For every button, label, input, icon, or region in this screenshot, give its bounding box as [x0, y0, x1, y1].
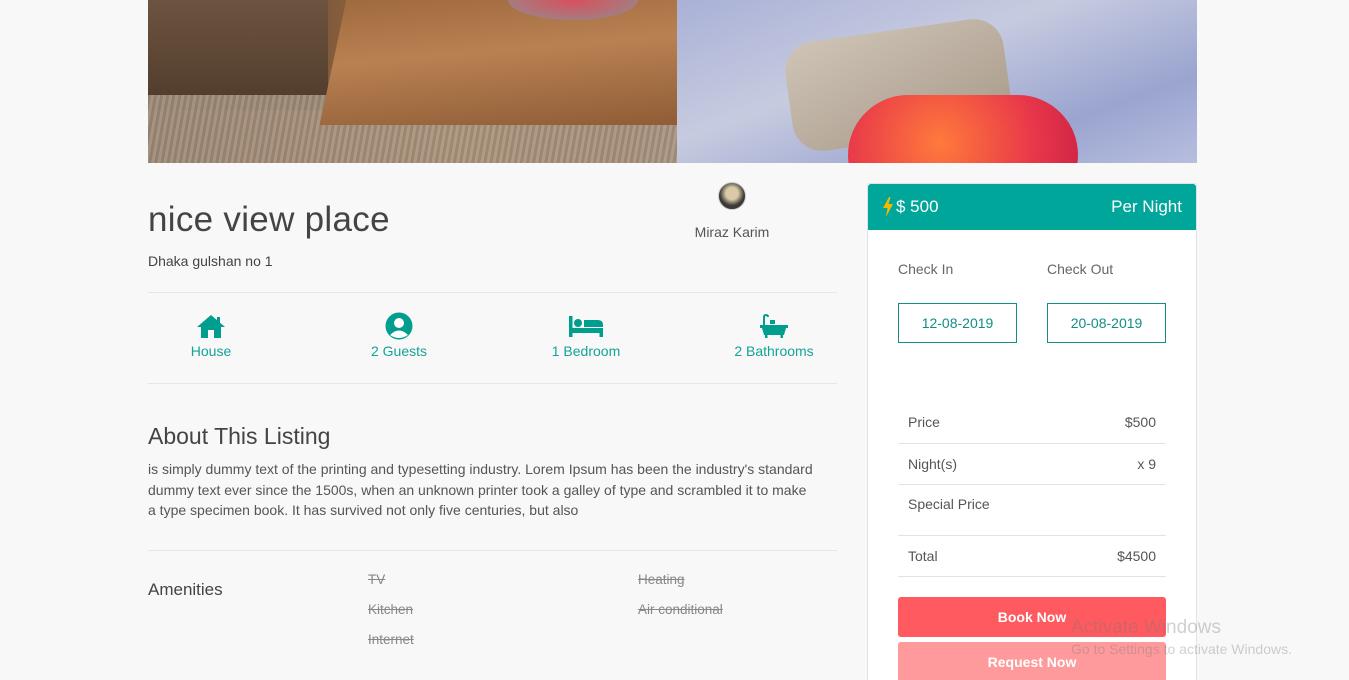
amenity-item: Kitchen — [368, 602, 414, 617]
feature-label: 2 Bathrooms — [734, 343, 814, 359]
booking-card-header: $ 500 Per Night — [868, 184, 1196, 230]
feature-list: House 2 Guests 1 Bedroom 2 Bathrooms — [148, 312, 837, 362]
listing-photo — [148, 0, 1197, 163]
home-icon — [197, 315, 225, 338]
booking-card: $ 500 Per Night Check In Check Out 12-08… — [867, 183, 1197, 680]
check-in-date-input[interactable]: 12-08-2019 — [898, 303, 1017, 343]
summary-row-nights: Night(s) x 9 — [898, 444, 1166, 485]
summary-row-special: Special Price — [898, 485, 1166, 536]
feature-label: House — [190, 343, 232, 359]
amenities-heading: Amenities — [148, 580, 223, 599]
feature-bathrooms: 2 Bathrooms — [704, 312, 844, 359]
amenity-item: Air conditional — [638, 602, 723, 617]
host-name: Miraz Karim — [694, 224, 770, 240]
divider — [148, 383, 837, 384]
summary-label: Total — [908, 548, 938, 564]
per-night-label: Per Night — [1111, 197, 1182, 216]
lightning-icon — [883, 197, 893, 217]
listing-title: nice view place — [148, 200, 390, 239]
feature-house: House — [141, 312, 281, 359]
summary-row-total: Total $4500 — [898, 536, 1166, 577]
divider — [148, 292, 837, 293]
summary-label: Night(s) — [908, 456, 958, 472]
avatar[interactable] — [718, 182, 746, 210]
bath-icon — [760, 314, 788, 338]
feature-label: 1 Bedroom — [551, 343, 621, 359]
price-value: $ 500 — [896, 197, 939, 216]
photo-pillow-red — [848, 95, 1078, 163]
price-summary: Price $500 Night(s) x 9 Special Price To… — [898, 401, 1166, 577]
check-in-label: Check In — [898, 261, 954, 277]
summary-row-price: Price $500 — [898, 401, 1166, 444]
check-out-date-input[interactable]: 20-08-2019 — [1047, 303, 1166, 343]
summary-value: x 9 — [1137, 456, 1156, 472]
check-out-label: Check Out — [1047, 261, 1114, 277]
amenity-item: Heating — [638, 572, 685, 587]
watermark-subtitle: Go to Settings to activate Windows. — [1071, 641, 1292, 657]
feature-bedroom: 1 Bedroom — [516, 312, 656, 359]
about-text: is simply dummy text of the printing and… — [148, 461, 813, 518]
feature-guests: 2 Guests — [329, 312, 469, 359]
activate-windows-watermark: Activate Windows Go to Settings to activ… — [1071, 617, 1292, 657]
summary-label: Special Price — [908, 496, 990, 512]
amenity-item: TV — [368, 572, 386, 587]
about-heading: About This Listing — [148, 423, 331, 449]
nightly-price: $ 500 — [882, 197, 939, 217]
amenity-item: Internet — [368, 632, 414, 647]
feature-label: 2 Guests — [370, 343, 428, 359]
bed-icon — [569, 316, 603, 337]
photo-cabinet — [148, 0, 328, 110]
summary-label: Price — [908, 414, 940, 430]
summary-value: $500 — [1124, 414, 1156, 430]
divider — [148, 550, 837, 551]
watermark-title: Activate Windows — [1071, 617, 1221, 638]
user-circle-icon — [385, 312, 413, 340]
host-info: Miraz Karim — [672, 182, 792, 240]
summary-value: $4500 — [1117, 548, 1156, 564]
listing-address: Dhaka gulshan no 1 — [148, 253, 273, 269]
